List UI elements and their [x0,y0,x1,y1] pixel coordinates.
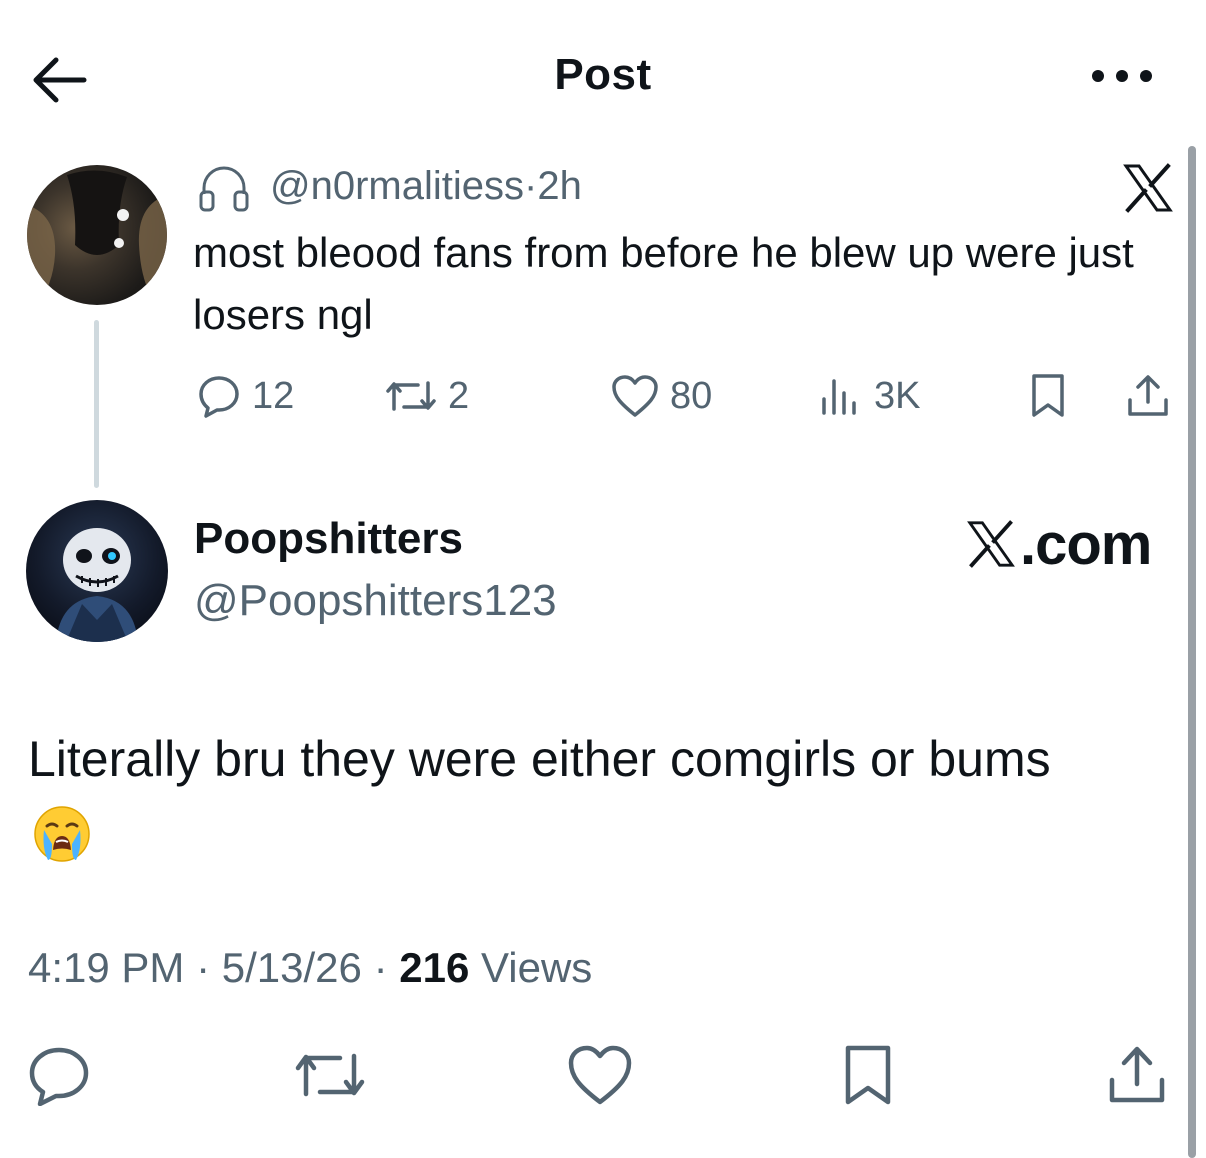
like-button-parent[interactable]: 80 [610,368,712,424]
more-options-button[interactable] [1090,62,1154,90]
x-logo-icon [967,520,1015,568]
views-button-parent[interactable]: 3K [818,368,920,424]
meta-separator: · [524,164,538,208]
x-com-link[interactable]: .com [966,511,1152,577]
post-time[interactable]: 4:19 PM [28,944,184,991]
post-author-name[interactable]: Poopshitters [194,514,463,564]
share-icon [1109,1046,1165,1103]
x-com-label: .com [1020,511,1152,577]
like-count: 80 [670,374,713,417]
scrollbar[interactable] [1188,146,1196,1158]
post-text: Literally bru they were either comgirls … [28,731,1051,787]
avatar-post-author[interactable] [26,500,168,642]
meta-separator: · [373,944,388,991]
post-timestamp-meta: 4:19 PM · 5/13/26 · 216 Views [28,944,592,992]
share-icon [1128,375,1168,416]
x-logo-icon [1122,162,1174,214]
bookmark-icon [1032,374,1064,417]
page-title: Post [554,50,652,99]
share-button[interactable] [1104,1044,1174,1106]
parent-post-text: most bleood fans from before he blew up … [193,229,1134,338]
reply-icon [199,376,239,418]
reply-count: 12 [252,374,295,417]
repost-icon [386,381,436,411]
views-bar-chart-icon [822,379,856,415]
heart-icon [568,1045,632,1105]
headphones-icon [196,160,252,216]
post-date[interactable]: 5/13/26 [222,944,362,991]
thread-connector-line [94,320,99,488]
avatar-image [27,170,167,305]
share-button-parent[interactable] [1124,368,1172,424]
reply-icon [29,1047,89,1106]
bookmark-button[interactable] [836,1044,906,1106]
repost-icon [295,1053,365,1097]
bookmark-button-parent[interactable] [1026,368,1070,424]
more-dots-icon [1092,70,1152,82]
avatar-image [56,528,138,642]
repost-count: 2 [448,374,470,417]
repost-button-parent[interactable]: 2 [384,368,469,424]
views-count: 3K [874,374,921,417]
like-button[interactable] [566,1044,636,1106]
reply-button-parent[interactable]: 12 [196,368,294,424]
bookmark-icon [845,1045,891,1105]
crying-face-emoji [32,804,92,864]
post-author-handle[interactable]: @Poopshitters123 [194,576,557,626]
parent-author-handle[interactable]: @n0rmalitiess [270,164,524,208]
avatar-parent-author[interactable] [27,165,167,305]
views-label: Views [481,944,593,991]
parent-post-meta: @n0rmalitiess·2h [270,160,582,212]
reply-button[interactable] [24,1044,94,1106]
views-count: 216 [399,944,470,991]
repost-button[interactable] [292,1044,365,1106]
heart-icon [612,375,658,417]
meta-separator: · [196,944,211,991]
parent-post-time: 2h [537,164,582,208]
